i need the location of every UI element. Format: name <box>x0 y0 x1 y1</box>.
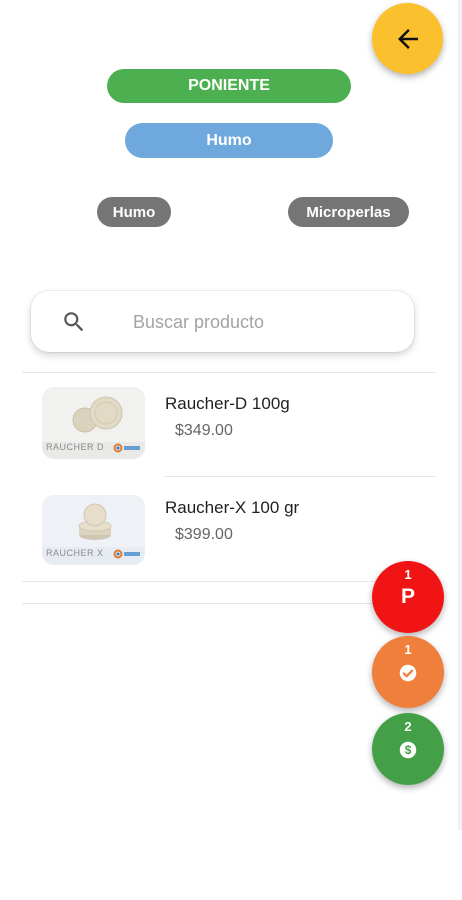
category-badge[interactable]: Humo <box>125 123 333 158</box>
product-image: RAUCHER X <box>42 495 145 565</box>
pending-label: P <box>400 585 415 608</box>
confirmed-count-badge: 1 <box>404 642 412 657</box>
scrollbar-track[interactable] <box>458 0 462 830</box>
filter-chip-humo[interactable]: Humo <box>97 197 171 227</box>
product-image-caption: RAUCHER D <box>46 442 105 452</box>
confirmed-orders-button[interactable]: 1 <box>372 636 444 708</box>
product-image: RAUCHER D <box>42 387 145 459</box>
product-name: Raucher-X 100 gr <box>165 498 300 517</box>
back-button[interactable] <box>372 3 443 74</box>
search-bar <box>31 291 414 352</box>
filter-chip-microperlas[interactable]: Microperlas <box>288 197 409 227</box>
product-item-raucher-d[interactable]: RAUCHER D Raucher-D 100g $349.00 <box>22 373 436 477</box>
payments-count-badge: 2 <box>404 719 412 734</box>
product-price: $399.00 <box>175 526 233 543</box>
zone-badge[interactable]: PONIENTE <box>107 69 351 103</box>
payments-button[interactable]: 2 $ <box>372 713 444 785</box>
product-item-raucher-x[interactable]: RAUCHER X Raucher-X 100 gr $399.00 <box>22 477 436 581</box>
pending-orders-button[interactable]: 1 P <box>372 561 444 633</box>
pending-count-badge: 1 <box>404 567 412 582</box>
dollar-circle-icon: $ <box>372 735 444 766</box>
product-image-caption: RAUCHER X <box>46 548 104 558</box>
product-name: Raucher-D 100g <box>165 394 290 413</box>
check-badge-icon <box>372 658 444 689</box>
product-price: $349.00 <box>175 422 233 439</box>
arrow-left-icon <box>397 28 418 49</box>
search-icon[interactable] <box>61 309 87 335</box>
svg-text:$: $ <box>405 743 412 757</box>
search-input[interactable] <box>131 306 395 338</box>
